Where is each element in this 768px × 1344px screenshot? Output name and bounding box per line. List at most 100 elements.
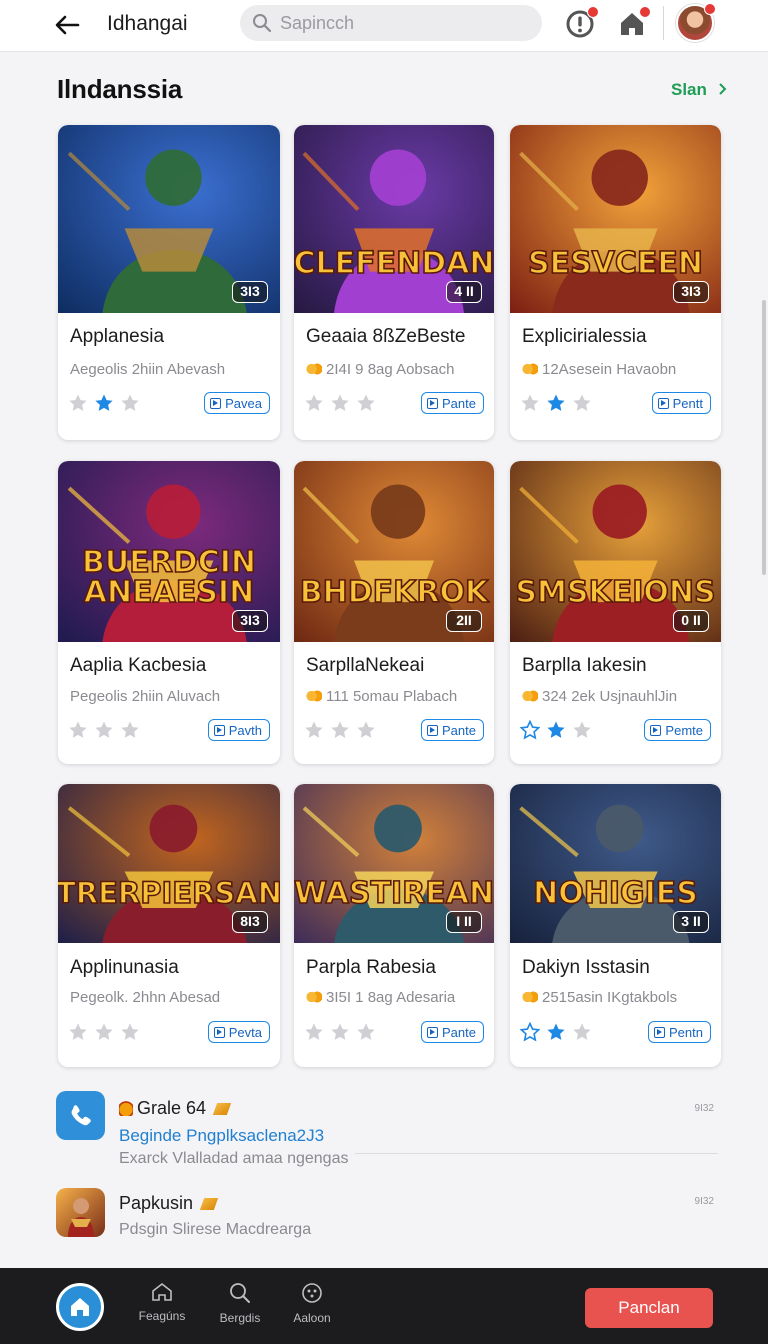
primary-action-button[interactable]: Panclan: [585, 1288, 713, 1328]
game-card[interactable]: TRERPIERSAN 8I3 Applinunasia Pegeolk. 2h…: [58, 784, 280, 1067]
game-card[interactable]: CLEFENDAN 4 II Geaaia 8ßZeBeste 2I4I 9 8…: [294, 125, 494, 440]
card-subtitle: 324 2ek UsjnauhlJin: [522, 688, 677, 705]
game-artwork: BUERDCIN ANEAESIN 3I3: [58, 461, 280, 642]
card-subtitle: Aegeolis 2hiin Abevash: [70, 361, 226, 378]
scrollbar[interactable]: [762, 300, 766, 575]
game-card[interactable]: WASTIREAN I II Parpla Rabesia 3I5I 1 8ag…: [294, 784, 494, 1067]
star-rating: [520, 720, 592, 740]
play-button[interactable]: Pevta: [207, 1021, 270, 1043]
play-icon: [427, 397, 439, 409]
play-label: Pevta: [228, 1024, 262, 1040]
bottom-nav: Feagúns Bergdis Aaloon Panclan: [0, 1268, 768, 1344]
star-rating: [304, 720, 376, 740]
chevron-right-icon: [718, 83, 727, 95]
play-button[interactable]: Pavth: [207, 719, 270, 741]
star-rating: [520, 393, 592, 413]
list-item-description: Pdsgin Slirese Macdrearga: [119, 1221, 312, 1238]
star-outline-icon: [520, 720, 540, 740]
banner-text: SESVCEEN: [528, 246, 703, 281]
nav-item-feaguns[interactable]: Feagúns: [127, 1282, 197, 1323]
rating-badge: 0 II: [673, 610, 709, 632]
card-subtitle: 12Asesein Havaobn: [522, 361, 676, 378]
game-card[interactable]: BUERDCIN ANEAESIN 3I3 Aaplia Kacbesia Peg…: [58, 461, 280, 764]
banner-text: SMSKEIONS: [515, 575, 715, 610]
search-bar[interactable]: [240, 5, 542, 41]
phone-icon: [71, 1104, 91, 1125]
section-title: Ilndanssia: [57, 74, 183, 104]
star-rating: [304, 1022, 376, 1042]
home-top-button[interactable]: [616, 6, 651, 40]
badge-icon: [212, 1103, 232, 1115]
home-icon: [71, 1298, 89, 1316]
game-card[interactable]: 3I3 Applanesia Aegeolis 2hiin Abevash Pa…: [58, 125, 280, 440]
coin-icon: [522, 990, 538, 1004]
play-icon: [427, 1026, 439, 1038]
game-artwork: SMSKEIONS 0 II: [510, 461, 721, 642]
card-subtitle: Pegeolk. 2hhn Abesad: [70, 989, 221, 1006]
coin-icon: [306, 689, 322, 703]
game-card[interactable]: BHDFKROK 2II SarpllaNekeai 111 5omau Pla…: [294, 461, 494, 764]
card-subtitle: 3I5I 1 8ag Adesaria: [306, 989, 455, 1006]
rating-badge: 3I3: [673, 281, 709, 303]
notification-dot: [587, 6, 599, 18]
star-icon: [121, 1023, 139, 1040]
play-button[interactable]: Pavea: [204, 392, 270, 414]
back-button[interactable]: [50, 8, 84, 42]
star-icon: [547, 1023, 565, 1040]
play-button[interactable]: Pante: [421, 392, 484, 414]
nav-item-aaloon[interactable]: Aaloon: [277, 1282, 347, 1325]
game-artwork: SESVCEEN 3I3: [510, 125, 721, 313]
play-label: Pemte: [665, 722, 703, 738]
card-title: Applinunasia: [70, 957, 179, 978]
list-item-title: Papkusin: [119, 1193, 219, 1214]
see-all-label: Slan: [671, 80, 707, 99]
list-item[interactable]: Papkusin Pdsgin Slirese Macdrearga 9I32: [56, 1188, 720, 1244]
game-card[interactable]: SESVCEEN 3I3 Explicirialessia 12Asesein …: [510, 125, 721, 440]
warrior-art: [56, 1188, 105, 1237]
card-subtitle: 111 5omau Plabach: [306, 688, 457, 705]
dots-circle-icon: [302, 1283, 322, 1303]
list-item-time: 9I32: [694, 1196, 714, 1207]
card-subtitle: Pegeolis 2hiin Aluvach: [70, 688, 221, 705]
game-card[interactable]: SMSKEIONS 0 II Barplla Iakesin 324 2ek U…: [510, 461, 721, 764]
card-title: Barplla Iakesin: [522, 655, 647, 676]
play-label: Pante: [442, 722, 476, 738]
search-input[interactable]: [280, 12, 520, 34]
see-all-link[interactable]: Slan: [671, 80, 728, 100]
card-title: Dakiyn Isstasin: [522, 957, 650, 978]
play-icon: [210, 397, 222, 409]
star-icon: [331, 394, 349, 411]
home-tab-button[interactable]: [56, 1283, 104, 1331]
rating-badge: 3I3: [232, 281, 268, 303]
play-button[interactable]: Pante: [421, 1021, 484, 1043]
notification-dot: [639, 6, 651, 18]
banner-text: WASTIREAN: [294, 876, 494, 911]
coin-icon: [306, 362, 322, 376]
game-card[interactable]: NOHIGIES 3 II Dakiyn Isstasin 2515asin I…: [510, 784, 721, 1067]
nav-item-bergdis[interactable]: Bergdis: [205, 1282, 275, 1325]
list-item-link[interactable]: Beginde Pngplksaclena2J3: [119, 1126, 324, 1146]
search-icon: [253, 14, 272, 33]
list-item[interactable]: Grale 64 Beginde Pngplksaclena2J3 Exarck…: [56, 1091, 720, 1171]
star-icon: [331, 1023, 349, 1040]
nav-item-label: Bergdis: [219, 1311, 261, 1325]
play-button[interactable]: Pentt: [651, 392, 711, 414]
play-button[interactable]: Pentn: [648, 1021, 711, 1043]
play-label: Pavth: [228, 722, 262, 738]
app-title: Idhangai: [107, 12, 188, 35]
banner-text: BHDFKROK: [300, 575, 490, 610]
coin-icon: [522, 689, 538, 703]
play-label: Pentt: [672, 395, 703, 411]
star-icon: [573, 721, 591, 738]
card-title: Explicirialessia: [522, 326, 647, 347]
rating-badge: I II: [446, 911, 482, 933]
alert-button[interactable]: [564, 6, 599, 40]
banner-text: CLEFENDAN: [294, 246, 494, 281]
card-title: Geaaia 8ßZeBeste: [306, 326, 466, 347]
home-outline-icon: [152, 1282, 172, 1301]
avatar[interactable]: [676, 3, 716, 42]
play-button[interactable]: Pemte: [644, 719, 711, 741]
play-button[interactable]: Pante: [421, 719, 484, 741]
star-rating: [304, 393, 376, 413]
play-label: Pante: [442, 395, 476, 411]
